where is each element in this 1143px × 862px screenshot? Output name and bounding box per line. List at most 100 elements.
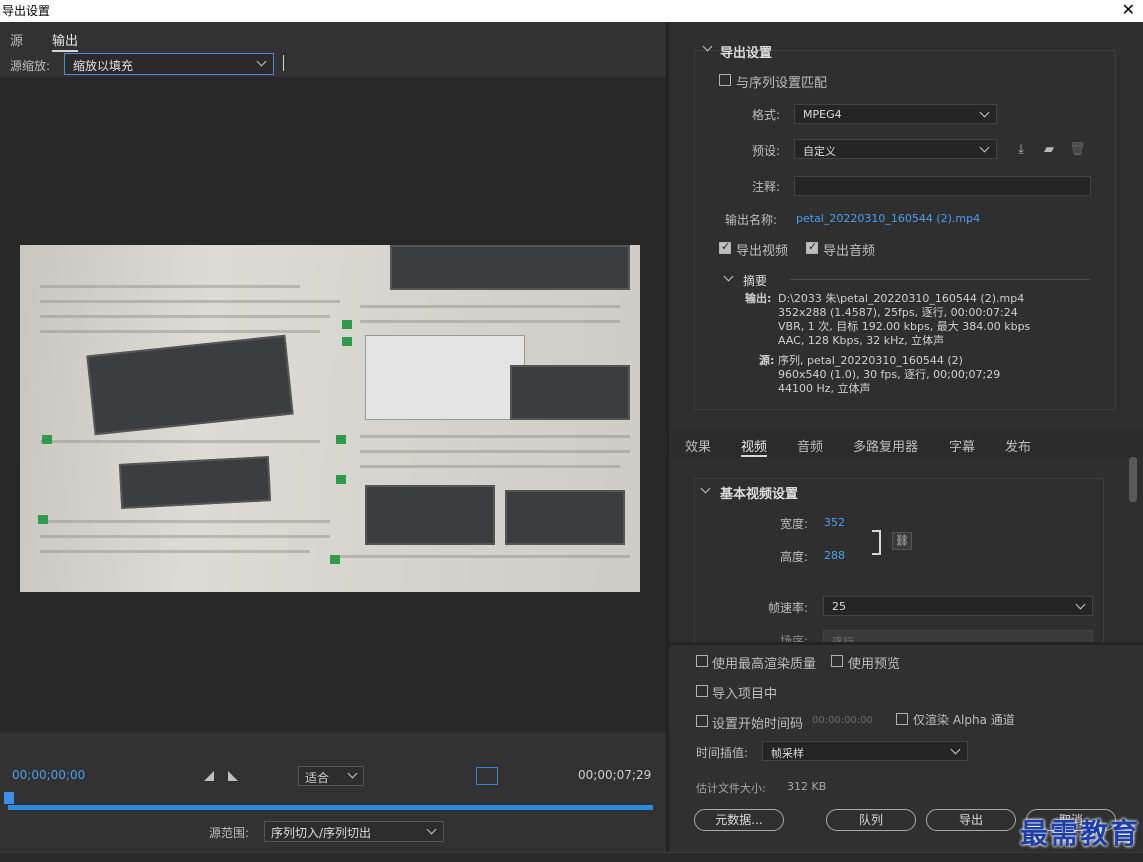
file-size-label: 估计文件大小: — [696, 782, 766, 795]
export-settings-header: 导出设置 — [720, 46, 773, 61]
height-value[interactable]: 288 — [824, 549, 845, 562]
match-sequence-checkbox[interactable] — [719, 74, 731, 86]
mark-in-icon[interactable] — [204, 771, 214, 781]
export-audio-checkbox[interactable] — [806, 240, 818, 254]
time-interpolation-select[interactable]: 帧采样 — [762, 741, 968, 761]
source-scaling-label: 源缩放: — [10, 59, 51, 73]
summary-divider — [790, 279, 1090, 280]
comment-input[interactable] — [794, 176, 1091, 196]
use-preview-checkbox[interactable] — [831, 655, 843, 667]
tab-output[interactable]: 输出 — [52, 30, 79, 52]
text-cursor — [283, 55, 284, 71]
bottom-strip — [0, 852, 1143, 862]
height-label: 高度: — [780, 550, 809, 564]
summary-source-line: 44100 Hz, 立体声 — [778, 382, 871, 395]
summary-output-label: 输出: — [745, 292, 772, 305]
export-audio-label: 导出音频 — [823, 244, 876, 259]
field-order-label: 场序: — [780, 634, 809, 642]
width-label: 宽度: — [780, 517, 809, 531]
field-order-row: 场序: 逐行 — [669, 630, 1129, 642]
export-video-checkbox[interactable] — [719, 240, 731, 254]
alpha-only-checkbox[interactable] — [896, 713, 908, 725]
format-label: 格式: — [752, 108, 781, 122]
tab-effects[interactable]: 效果 — [685, 436, 711, 455]
field-order-select[interactable]: 逐行 — [823, 630, 1093, 642]
tab-publish[interactable]: 发布 — [1005, 436, 1031, 455]
import-preset-icon[interactable]: ▰ — [1041, 142, 1057, 158]
tab-multiplexer[interactable]: 多路复用器 — [853, 436, 918, 455]
start-timecode-checkbox[interactable] — [696, 715, 708, 727]
basic-video-header: 基本视频设置 — [720, 487, 799, 502]
max-quality-checkbox[interactable] — [696, 655, 708, 667]
file-size-value: 312 KB — [787, 780, 827, 793]
output-name-label: 输出名称: — [725, 213, 778, 227]
source-scaling-value: 缩放以填充 — [73, 59, 134, 73]
framerate-value: 25 — [832, 600, 846, 613]
summary-output-line: AAC, 128 Kbps, 32 kHz, 立体声 — [778, 334, 945, 347]
summary-output-line: 352x288 (1.4587), 25fps, 逐行, 00:00:07:24 — [778, 306, 1018, 319]
summary-output-line: D:\2033 朱\petal_20220310_160544 (2).mp4 — [778, 292, 1025, 305]
tab-video[interactable]: 视频 — [741, 436, 768, 457]
playhead-handle[interactable] — [4, 792, 14, 804]
use-preview-label: 使用预览 — [848, 657, 901, 672]
aspect-correction-icon[interactable] — [476, 767, 498, 785]
comment-label: 注释: — [752, 180, 781, 194]
source-range-select[interactable]: 序列切入/序列切出 — [264, 821, 444, 842]
time-interpolation-label: 时间插值: — [696, 746, 749, 760]
duration-timecode: 00;00;07;29 — [578, 768, 652, 782]
tab-captions[interactable]: 字幕 — [949, 436, 975, 455]
source-scaling-select[interactable]: 缩放以填充 — [64, 53, 274, 75]
close-icon[interactable]: ✕ — [1122, 0, 1135, 19]
chevron-down-icon — [979, 107, 990, 118]
match-sequence-label: 与序列设置匹配 — [736, 76, 828, 91]
summary-output-line: VBR, 1 次, 目标 192.00 kbps, 最大 384.00 kbps — [778, 320, 1031, 333]
format-select[interactable]: MPEG4 — [794, 104, 997, 124]
preset-value: 自定义 — [803, 145, 836, 158]
alpha-only-label: 仅渲染 Alpha 通道 — [913, 713, 1015, 727]
mark-out-icon[interactable] — [228, 771, 238, 781]
start-timecode-label: 设置开始时间码 — [712, 717, 804, 732]
output-name-link[interactable]: petal_20220310_160544 (2).mp4 — [796, 212, 980, 225]
import-project-label: 导入项目中 — [712, 687, 778, 702]
chevron-down-icon — [426, 824, 437, 835]
timeline-track[interactable] — [8, 805, 653, 810]
time-interpolation-value: 帧采样 — [771, 747, 804, 760]
chevron-down-icon — [979, 142, 990, 153]
import-project-checkbox[interactable] — [696, 685, 708, 697]
chevron-down-icon — [950, 744, 961, 755]
link-bracket — [872, 530, 881, 555]
chevron-down-icon — [347, 768, 358, 779]
format-value: MPEG4 — [803, 108, 842, 121]
tab-audio[interactable]: 音频 — [797, 436, 823, 455]
start-timecode-value[interactable]: 00:00:00:00 — [812, 715, 873, 726]
summary-source-label: 源: — [759, 354, 775, 367]
summary-header: 摘要 — [743, 274, 768, 288]
metadata-button[interactable]: 元数据... — [694, 809, 784, 831]
watermark-logo: 最需教育 — [1020, 817, 1141, 850]
link-icon[interactable]: ⛓ — [892, 532, 912, 550]
current-timecode[interactable]: 00;00;00;00 — [12, 768, 85, 782]
delete-preset-icon[interactable]: 🗑 — [1069, 142, 1086, 158]
source-range-label: 源范围: — [209, 826, 250, 840]
preview-frame — [20, 245, 640, 592]
width-value[interactable]: 352 — [824, 516, 845, 529]
basic-video-group — [694, 478, 1104, 643]
chevron-down-icon — [1075, 599, 1086, 610]
preset-select[interactable]: 自定义 — [794, 139, 997, 159]
zoom-fit-select[interactable]: 适合 — [298, 766, 364, 786]
framerate-label: 帧速率: — [768, 601, 809, 615]
window-title: 导出设置 — [2, 4, 51, 18]
summary-source-line: 序列, petal_20220310_160544 (2) — [778, 354, 963, 367]
source-range-value: 序列切入/序列切出 — [271, 826, 372, 840]
title-bar: 导出设置 ✕ — [0, 0, 1143, 22]
preset-label: 预设: — [752, 144, 781, 158]
save-preset-icon[interactable]: ⤓ — [1013, 142, 1029, 158]
export-button[interactable]: 导出 — [926, 809, 1016, 831]
max-quality-label: 使用最高渲染质量 — [712, 657, 817, 672]
tab-source[interactable]: 源 — [10, 30, 23, 49]
queue-button[interactable]: 队列 — [826, 809, 916, 831]
field-order-value: 逐行 — [832, 636, 854, 642]
scrollbar-thumb[interactable] — [1129, 457, 1137, 502]
framerate-select[interactable]: 25 — [823, 596, 1093, 616]
chevron-down-icon — [256, 56, 267, 67]
